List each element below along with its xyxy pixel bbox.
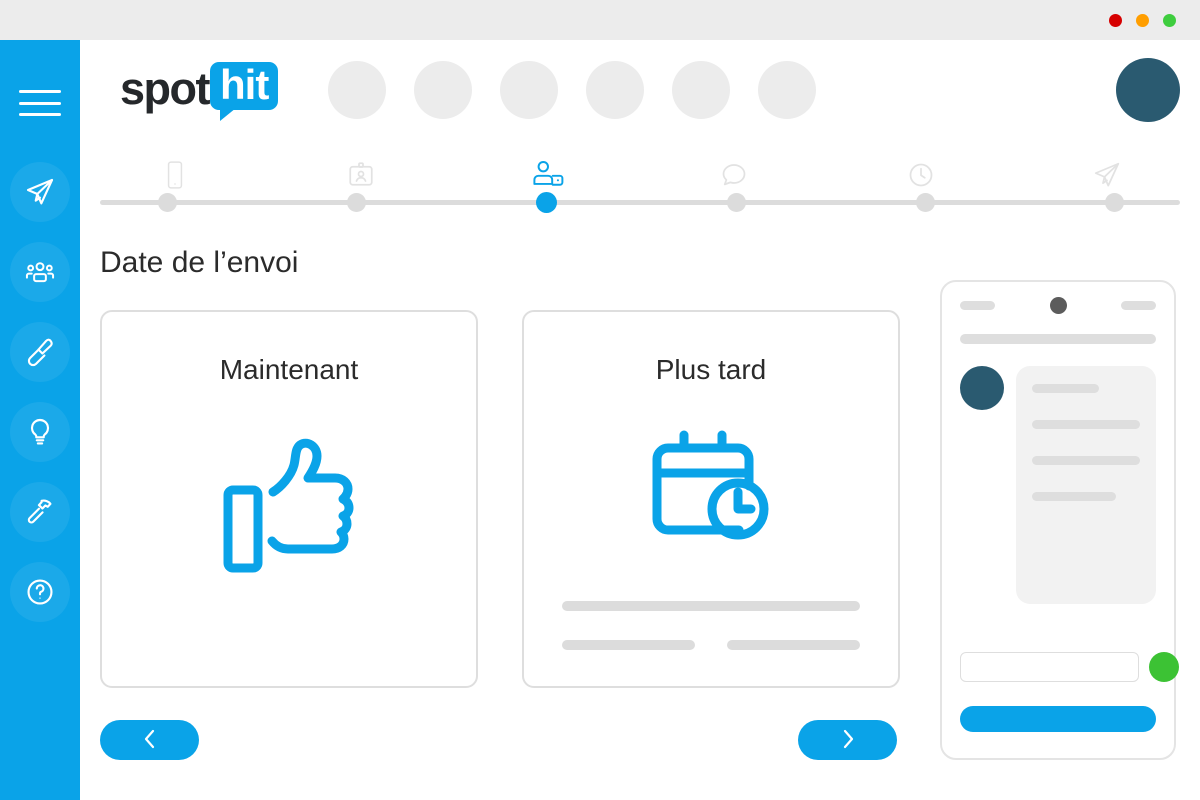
step-mobile-phone-icon[interactable] <box>158 160 192 190</box>
header-circle[interactable] <box>758 61 816 119</box>
chevron-left-icon <box>139 726 161 755</box>
step-send-plane-icon[interactable] <box>1090 160 1124 190</box>
hamburger-menu-icon[interactable] <box>19 90 61 116</box>
main-content: spot hit Date de l’envoi Maintenant Plus… <box>80 40 1200 800</box>
header-circle[interactable] <box>672 61 730 119</box>
bubble-skeleton-line <box>1032 492 1117 501</box>
paintbrush-icon <box>24 336 56 368</box>
step-id-badge-icon[interactable] <box>344 160 378 190</box>
option-card-now[interactable]: Maintenant <box>100 310 478 688</box>
stepper-icons <box>80 148 1200 190</box>
card-skeleton-lines <box>562 601 860 650</box>
app-logo[interactable]: spot hit <box>120 62 279 121</box>
app-header: spot hit <box>80 40 1200 138</box>
step-message-bubble-icon[interactable] <box>717 160 751 190</box>
phone-preview <box>940 280 1179 760</box>
step-user-tag-icon[interactable] <box>531 158 565 190</box>
header-placeholder-circles <box>328 61 816 119</box>
help-question-icon <box>24 576 56 608</box>
calendar-clock-icon <box>646 428 776 553</box>
sidebar-item-tools[interactable] <box>10 482 70 542</box>
stepper-dots <box>80 192 1200 213</box>
bubble-skeleton-line <box>1032 420 1140 429</box>
header-circle[interactable] <box>414 61 472 119</box>
phone-status-left <box>960 300 995 310</box>
sidebar-nav <box>10 162 70 622</box>
sidebar-item-contacts[interactable] <box>10 242 70 302</box>
logo-text-secondary: hit <box>210 62 279 110</box>
previous-button[interactable] <box>100 720 199 760</box>
page-title: Date de l’envoi <box>100 246 299 279</box>
skeleton-bar-half <box>727 640 860 650</box>
bubble-skeleton-line <box>1032 384 1099 393</box>
phone-cta-button[interactable] <box>960 706 1156 732</box>
sidebar-item-ideas[interactable] <box>10 402 70 462</box>
camera-icon <box>1049 296 1067 314</box>
skeleton-bar-full <box>562 601 860 611</box>
skeleton-bar-half <box>562 640 695 650</box>
header-circle[interactable] <box>500 61 558 119</box>
phone-message-row <box>960 366 1156 604</box>
paper-plane-icon <box>24 176 56 208</box>
sidebar-item-templates[interactable] <box>10 322 70 382</box>
step-dot-6[interactable] <box>1105 193 1124 212</box>
option-card-title: Maintenant <box>219 354 359 385</box>
sidebar-item-help[interactable] <box>10 562 70 622</box>
phone-message-input[interactable] <box>960 652 1139 682</box>
phone-sender-avatar <box>960 366 1004 410</box>
window-titlebar <box>0 0 1200 40</box>
step-clock-icon[interactable] <box>904 160 938 190</box>
contacts-group-icon <box>24 256 56 288</box>
phone-status-right <box>1121 300 1156 310</box>
header-circle[interactable] <box>328 61 386 119</box>
phone-header-skeleton <box>960 334 1156 344</box>
window-maximize-dot[interactable] <box>1163 14 1176 27</box>
window-close-dot[interactable] <box>1109 14 1122 27</box>
step-dot-1[interactable] <box>158 193 177 212</box>
sidebar <box>0 40 80 800</box>
hammer-tool-icon <box>24 496 56 528</box>
wizard-stepper <box>80 142 1200 230</box>
step-dot-4[interactable] <box>727 193 746 212</box>
window-controls <box>1109 14 1176 27</box>
option-card-later[interactable]: Plus tard <box>522 310 900 688</box>
avatar[interactable] <box>1116 58 1180 122</box>
logo-text-primary: spot <box>120 63 211 114</box>
skeleton-bar-row <box>562 640 860 650</box>
logo-bubble-tail <box>220 108 236 121</box>
header-circle[interactable] <box>586 61 644 119</box>
phone-input-row <box>960 652 1179 682</box>
step-dot-3-active[interactable] <box>536 192 557 213</box>
lightbulb-icon <box>24 416 56 448</box>
logo-bubble: hit <box>210 62 279 121</box>
next-button[interactable] <box>798 720 897 760</box>
option-card-title: Plus tard <box>655 354 767 385</box>
phone-message-bubble <box>1016 366 1156 604</box>
window-minimize-dot[interactable] <box>1136 14 1149 27</box>
bubble-skeleton-line <box>1032 456 1140 465</box>
step-dot-5[interactable] <box>916 193 935 212</box>
option-cards: Maintenant Plus tard <box>100 310 900 688</box>
chevron-right-icon <box>837 726 859 755</box>
app-window: spot hit Date de l’envoi Maintenant Plus… <box>0 0 1200 800</box>
phone-status-bar <box>960 296 1156 314</box>
step-dot-2[interactable] <box>347 193 366 212</box>
thumbs-up-icon <box>219 428 359 578</box>
sidebar-item-campaigns[interactable] <box>10 162 70 222</box>
send-green-badge[interactable] <box>1149 652 1179 682</box>
